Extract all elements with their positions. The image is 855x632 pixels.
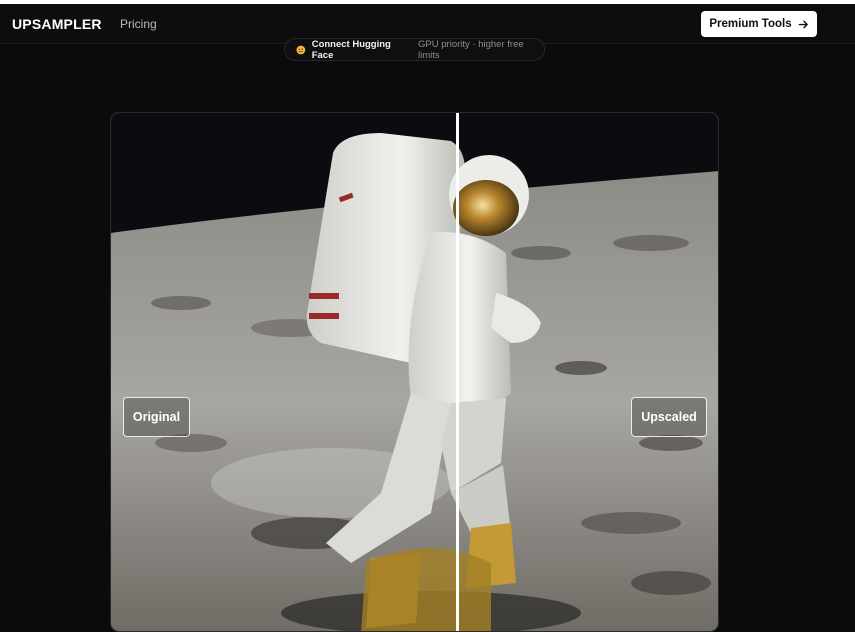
before-after-comparison[interactable]: Original Upscaled: [110, 112, 719, 632]
comparison-slider-handle[interactable]: [456, 113, 459, 631]
brand-logo[interactable]: UPSAMPLER: [12, 16, 102, 32]
hugging-face-icon: [296, 45, 306, 54]
premium-tools-label: Premium Tools: [709, 18, 792, 30]
nav-pricing-link[interactable]: Pricing: [120, 17, 157, 31]
moon-astronaut-image: [111, 113, 718, 631]
original-label: Original: [123, 397, 190, 437]
banner-subtitle: GPU priority · higher free limits: [418, 38, 524, 61]
premium-tools-button[interactable]: Premium Tools: [701, 11, 817, 37]
upscaled-label: Upscaled: [631, 397, 707, 437]
arrow-right-icon: [798, 20, 808, 28]
connect-hugging-face-banner[interactable]: Connect Hugging Face GPU priority · high…: [284, 38, 545, 61]
banner-title: Connect Hugging Face: [311, 38, 391, 61]
